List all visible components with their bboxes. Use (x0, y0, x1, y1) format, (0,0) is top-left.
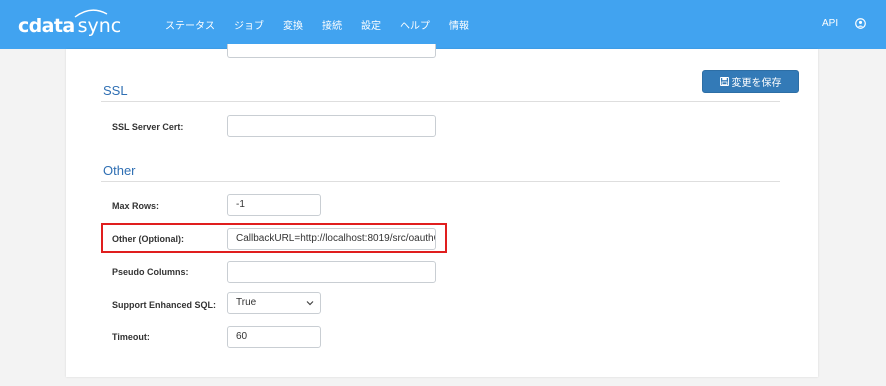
cdata-sync-logo[interactable]: cdata sync (18, 9, 122, 37)
logo-product: sync (74, 9, 122, 37)
chevron-down-icon (306, 301, 314, 306)
nav-item-info[interactable]: 情報 (449, 17, 469, 32)
main-nav: ステータス ジョブ 変換 接続 設定 ヘルプ 情報 (165, 0, 488, 49)
settings-panel (66, 49, 818, 377)
previous-field-input[interactable] (227, 44, 436, 58)
max-rows-label: Max Rows: (112, 201, 160, 211)
other-optional-input[interactable]: CallbackURL=http://localhost:8019/src/oa… (227, 228, 436, 250)
user-circle-icon[interactable] (855, 18, 866, 29)
max-rows-input[interactable]: -1 (227, 194, 321, 216)
pseudo-columns-label: Pseudo Columns: (112, 267, 189, 277)
support-enhanced-sql-select[interactable]: True (227, 292, 321, 314)
support-enhanced-sql-label: Support Enhanced SQL: (112, 300, 217, 310)
logo-brand: cdata (18, 15, 75, 37)
floppy-disk-icon (719, 77, 729, 86)
section-title-other: Other (103, 163, 136, 178)
nav-item-help[interactable]: ヘルプ (400, 17, 430, 32)
timeout-label: Timeout: (112, 332, 150, 342)
save-changes-button[interactable]: 変更を保存 (702, 70, 799, 93)
support-enhanced-sql-value: True (236, 297, 257, 308)
other-section-divider (101, 181, 780, 182)
logo-swoosh-icon (74, 9, 107, 18)
ssl-server-cert-input[interactable] (227, 115, 436, 137)
ssl-section-divider (101, 101, 780, 102)
other-optional-label: Other (Optional): (112, 234, 184, 244)
save-changes-label: 変更を保存 (731, 78, 782, 89)
nav-item-status[interactable]: ステータス (165, 17, 215, 32)
nav-item-transformations[interactable]: 変換 (283, 17, 303, 32)
nav-item-api[interactable]: API (822, 18, 838, 29)
ssl-server-cert-label: SSL Server Cert: (112, 122, 184, 132)
nav-item-settings[interactable]: 設定 (361, 17, 381, 32)
section-title-ssl: SSL (103, 83, 128, 98)
nav-item-connections[interactable]: 接続 (322, 17, 342, 32)
logo-product-text: sync (77, 15, 122, 37)
nav-item-jobs[interactable]: ジョブ (234, 17, 264, 32)
timeout-input[interactable]: 60 (227, 326, 321, 348)
top-navbar: cdata sync ステータス ジョブ 変換 接続 設定 ヘルプ 情報 API (0, 0, 886, 49)
pseudo-columns-input[interactable] (227, 261, 436, 283)
